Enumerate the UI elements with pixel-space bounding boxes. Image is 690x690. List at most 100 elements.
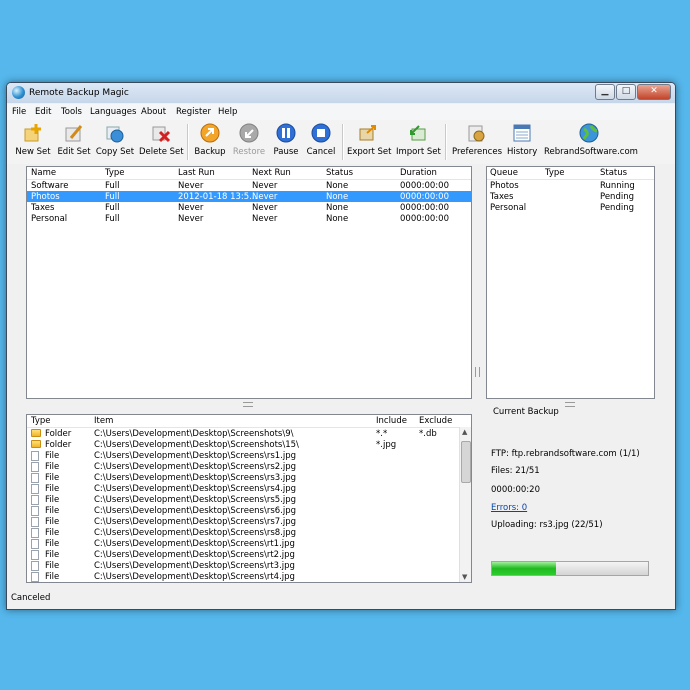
item-row[interactable]: Folder C:\Users\Development\Desktop\Scree… bbox=[27, 428, 471, 439]
item-row[interactable]: File C:\Users\Development\Desktop\Screens… bbox=[27, 516, 471, 527]
sets-list[interactable]: Name Type Last Run Next Run Status Durat… bbox=[26, 166, 472, 399]
delete-set-icon bbox=[151, 123, 171, 143]
col-status[interactable]: Status bbox=[326, 168, 353, 178]
scroll-thumb[interactable] bbox=[461, 441, 471, 483]
copy-set-button[interactable]: Copy Set bbox=[95, 122, 135, 162]
files-count: Files: 21/51 bbox=[491, 466, 540, 476]
backup-button[interactable]: Backup bbox=[193, 122, 227, 162]
items-header: Type Item Include Exclude bbox=[27, 415, 471, 428]
col-duration[interactable]: Duration bbox=[400, 168, 437, 178]
menu-help[interactable]: Help bbox=[218, 107, 237, 117]
queue-list[interactable]: Queue Type Status Photos Running Taxes P… bbox=[486, 166, 655, 399]
col-last-run[interactable]: Last Run bbox=[178, 168, 215, 178]
pause-icon bbox=[276, 123, 296, 143]
set-row[interactable]: Personal Full Never Never None 0000:00:0… bbox=[27, 213, 471, 224]
toolbar-separator bbox=[445, 124, 447, 160]
cell: File bbox=[45, 451, 60, 461]
rebrand-software-button[interactable]: RebrandSoftware.com bbox=[544, 122, 638, 162]
set-row[interactable]: Taxes Full Never Never None 0000:00:00 bbox=[27, 202, 471, 213]
cell: File bbox=[45, 572, 60, 582]
menu-tools[interactable]: Tools bbox=[61, 107, 82, 117]
cell: Personal bbox=[31, 214, 68, 224]
col-type[interactable]: Type bbox=[105, 168, 125, 178]
cell: C:\Users\Development\Desktop\Screens\rs8… bbox=[94, 528, 297, 538]
file-icon bbox=[31, 528, 39, 538]
queue-row[interactable]: Photos Running bbox=[487, 180, 654, 191]
menu-languages[interactable]: Languages bbox=[90, 107, 136, 117]
cell: Software bbox=[31, 181, 69, 191]
cell: C:\Users\Development\Desktop\Screens\rt4… bbox=[94, 572, 295, 582]
item-row[interactable]: Folder C:\Users\Development\Desktop\Scree… bbox=[27, 439, 471, 450]
copy-set-icon bbox=[105, 123, 125, 143]
menu-register[interactable]: Register bbox=[176, 107, 211, 117]
item-row[interactable]: File C:\Users\Development\Desktop\Screens… bbox=[27, 571, 471, 582]
item-row[interactable]: File C:\Users\Development\Desktop\Screens… bbox=[27, 461, 471, 472]
item-row[interactable]: File C:\Users\Development\Desktop\Screens… bbox=[27, 549, 471, 560]
col-item-type[interactable]: Type bbox=[31, 416, 51, 426]
title-bar[interactable]: Remote Backup Magic ▁ □ ✕ bbox=[7, 83, 675, 103]
edit-set-button[interactable]: Edit Set bbox=[56, 122, 92, 162]
item-row[interactable]: File C:\Users\Development\Desktop\Screens… bbox=[27, 483, 471, 494]
new-set-icon bbox=[23, 123, 43, 143]
pause-button[interactable]: Pause bbox=[271, 122, 301, 162]
restore-button[interactable]: Restore bbox=[232, 122, 266, 162]
backup-icon bbox=[200, 123, 220, 143]
cell: Never bbox=[252, 214, 278, 224]
close-button[interactable]: ✕ bbox=[637, 84, 671, 100]
horizontal-splitter-left[interactable] bbox=[243, 402, 253, 407]
item-row[interactable]: File C:\Users\Development\Desktop\Screens… bbox=[27, 538, 471, 549]
item-row[interactable]: File C:\Users\Development\Desktop\Screens… bbox=[27, 450, 471, 461]
cell: *.db bbox=[419, 429, 437, 439]
uploading-status: Uploading: rs3.jpg (22/51) bbox=[491, 520, 603, 530]
col-queue-status[interactable]: Status bbox=[600, 168, 627, 178]
delete-set-button[interactable]: Delete Set bbox=[139, 122, 184, 162]
col-exclude[interactable]: Exclude bbox=[419, 416, 452, 426]
menu-about[interactable]: About bbox=[141, 107, 166, 117]
cell: *.jpg bbox=[376, 440, 397, 450]
cell: None bbox=[326, 192, 349, 202]
cell: C:\Users\Development\Desktop\Screenshots… bbox=[94, 440, 299, 450]
export-icon bbox=[358, 123, 378, 143]
stop-icon bbox=[311, 123, 331, 143]
app-window: Remote Backup Magic ▁ □ ✕ File Edit Tool… bbox=[6, 82, 676, 610]
menu-file[interactable]: File bbox=[12, 107, 26, 117]
export-set-button[interactable]: Export Set bbox=[347, 122, 391, 162]
item-row[interactable]: File C:\Users\Development\Desktop\Screens… bbox=[27, 527, 471, 538]
items-list[interactable]: Type Item Include Exclude Folder C:\Users… bbox=[26, 414, 472, 583]
item-row[interactable]: File C:\Users\Development\Desktop\Screens… bbox=[27, 494, 471, 505]
cell: File bbox=[45, 550, 60, 560]
menu-edit[interactable]: Edit bbox=[35, 107, 51, 117]
history-button[interactable]: History bbox=[507, 122, 537, 162]
new-set-button[interactable]: New Set bbox=[12, 122, 54, 162]
app-icon bbox=[12, 86, 25, 99]
col-queue-type[interactable]: Type bbox=[545, 168, 565, 178]
col-item[interactable]: Item bbox=[94, 416, 113, 426]
col-queue[interactable]: Queue bbox=[490, 168, 518, 178]
col-name[interactable]: Name bbox=[31, 168, 56, 178]
items-scrollbar[interactable]: ▲ ▼ bbox=[459, 427, 471, 582]
scroll-down-arrow[interactable]: ▼ bbox=[462, 573, 467, 581]
queue-row[interactable]: Taxes Pending bbox=[487, 191, 654, 202]
cell: File bbox=[45, 561, 60, 571]
item-row[interactable]: File C:\Users\Development\Desktop\Screens… bbox=[27, 472, 471, 483]
item-row[interactable]: File C:\Users\Development\Desktop\Screens… bbox=[27, 560, 471, 571]
current-backup-title: Current Backup bbox=[493, 407, 559, 417]
cell: Taxes bbox=[490, 192, 514, 202]
file-icon bbox=[31, 572, 39, 582]
cancel-button[interactable]: Cancel bbox=[305, 122, 337, 162]
file-icon bbox=[31, 550, 39, 560]
vertical-splitter[interactable] bbox=[475, 367, 480, 377]
maximize-button[interactable]: □ bbox=[616, 84, 636, 100]
col-include[interactable]: Include bbox=[376, 416, 407, 426]
queue-row[interactable]: Personal Pending bbox=[487, 202, 654, 213]
set-row-selected[interactable]: Photos Full 2012-01-18 13:5... Never Non… bbox=[27, 191, 471, 202]
col-next-run[interactable]: Next Run bbox=[252, 168, 291, 178]
minimize-button[interactable]: ▁ bbox=[595, 84, 615, 100]
item-row[interactable]: File C:\Users\Development\Desktop\Screens… bbox=[27, 505, 471, 516]
scroll-up-arrow[interactable]: ▲ bbox=[462, 428, 467, 436]
set-row[interactable]: Software Full Never Never None 0000:00:0… bbox=[27, 180, 471, 191]
cell: File bbox=[45, 539, 60, 549]
import-set-button[interactable]: Import Set bbox=[396, 122, 441, 162]
preferences-button[interactable]: Preferences bbox=[452, 122, 502, 162]
errors-link[interactable]: Errors: 0 bbox=[491, 503, 527, 513]
